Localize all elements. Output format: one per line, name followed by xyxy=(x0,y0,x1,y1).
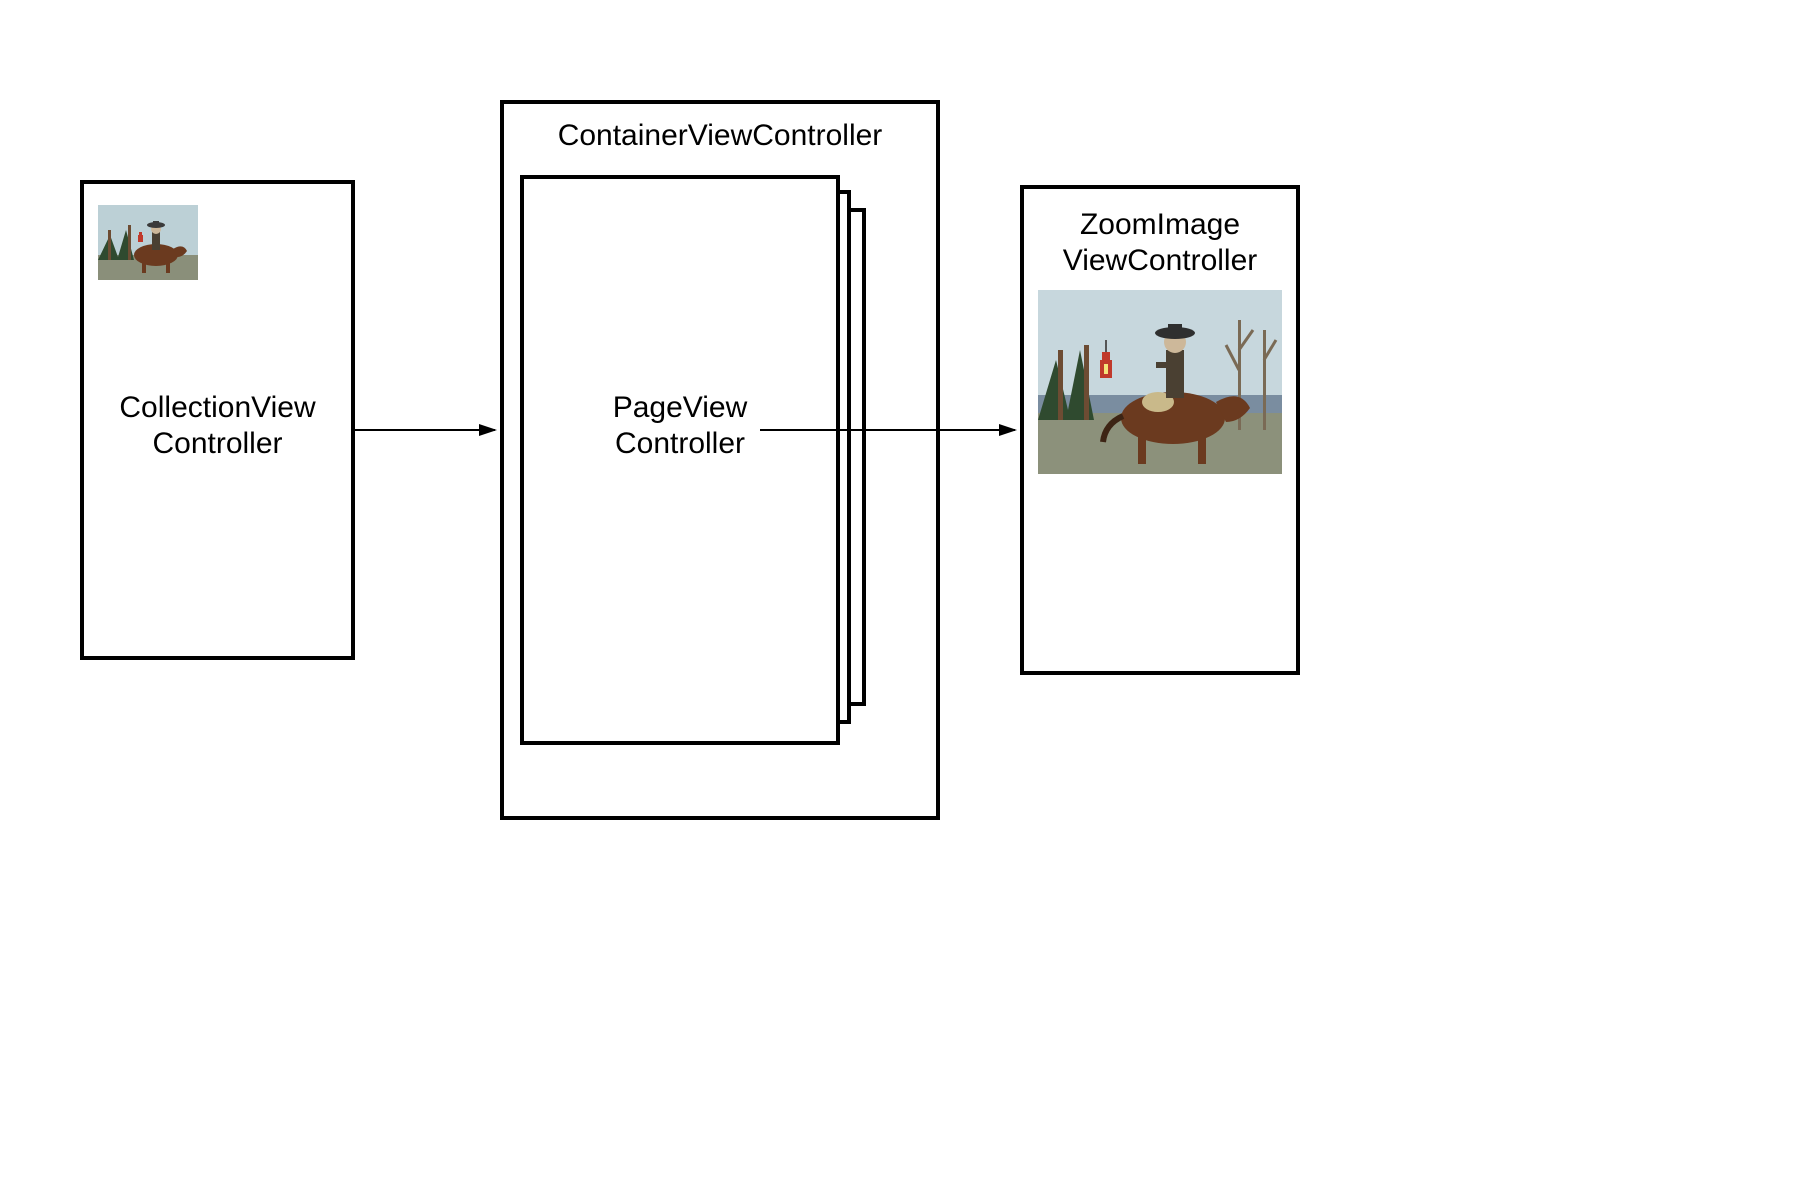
label-text: ContainerViewController xyxy=(558,119,883,152)
collection-view-controller-label: CollectionView Controller xyxy=(80,390,355,462)
label-text: ViewController xyxy=(1063,244,1258,277)
label-text: ZoomImage xyxy=(1080,208,1240,241)
horse-rider-icon xyxy=(98,205,198,280)
label-text: Controller xyxy=(615,427,745,460)
arrow-collection-to-container xyxy=(355,420,500,440)
horse-rider-icon xyxy=(1038,290,1282,474)
collection-thumbnail-image xyxy=(98,205,198,280)
container-view-controller-title: ContainerViewController xyxy=(520,118,920,154)
label-text: Controller xyxy=(152,427,282,460)
arrow-page-to-zoom xyxy=(760,420,1020,440)
zoom-image-view-controller-label: ZoomImage ViewController xyxy=(1020,207,1300,279)
label-text: PageView xyxy=(613,391,748,424)
architecture-diagram: CollectionView Controller ContainerViewC… xyxy=(0,0,1818,1180)
zoom-large-image xyxy=(1038,290,1282,474)
label-text: CollectionView xyxy=(119,391,315,424)
